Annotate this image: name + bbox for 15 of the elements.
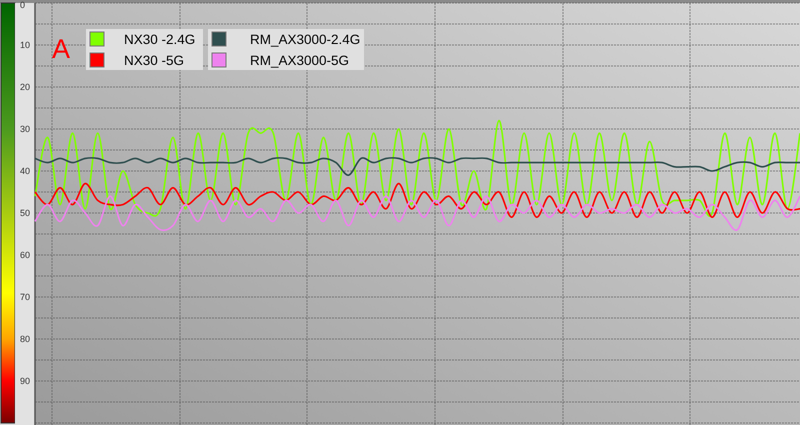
legend-label: NX30 -2.4G [124, 32, 196, 47]
axis-tick-label: 0 [20, 0, 26, 10]
axis-tick-label: 70 [20, 292, 30, 302]
axis-tick-label: 50 [20, 208, 30, 218]
axis-tick-label: 10 [20, 40, 30, 50]
legend-label: RM_AX3000-2.4G [250, 32, 360, 47]
axis-tick-label: 40 [20, 166, 30, 176]
chart-letter: A [52, 34, 70, 64]
axis-tick-label: 80 [20, 334, 30, 344]
axis-tick-label: 60 [20, 250, 30, 260]
axis-tick-label: 90 [20, 376, 30, 386]
legend-label: RM_AX3000-5G [250, 53, 350, 68]
legend-label: NX30 -5G [124, 53, 184, 68]
axis-tick-label: 20 [20, 82, 30, 92]
axis-tick-label: 30 [20, 124, 30, 134]
